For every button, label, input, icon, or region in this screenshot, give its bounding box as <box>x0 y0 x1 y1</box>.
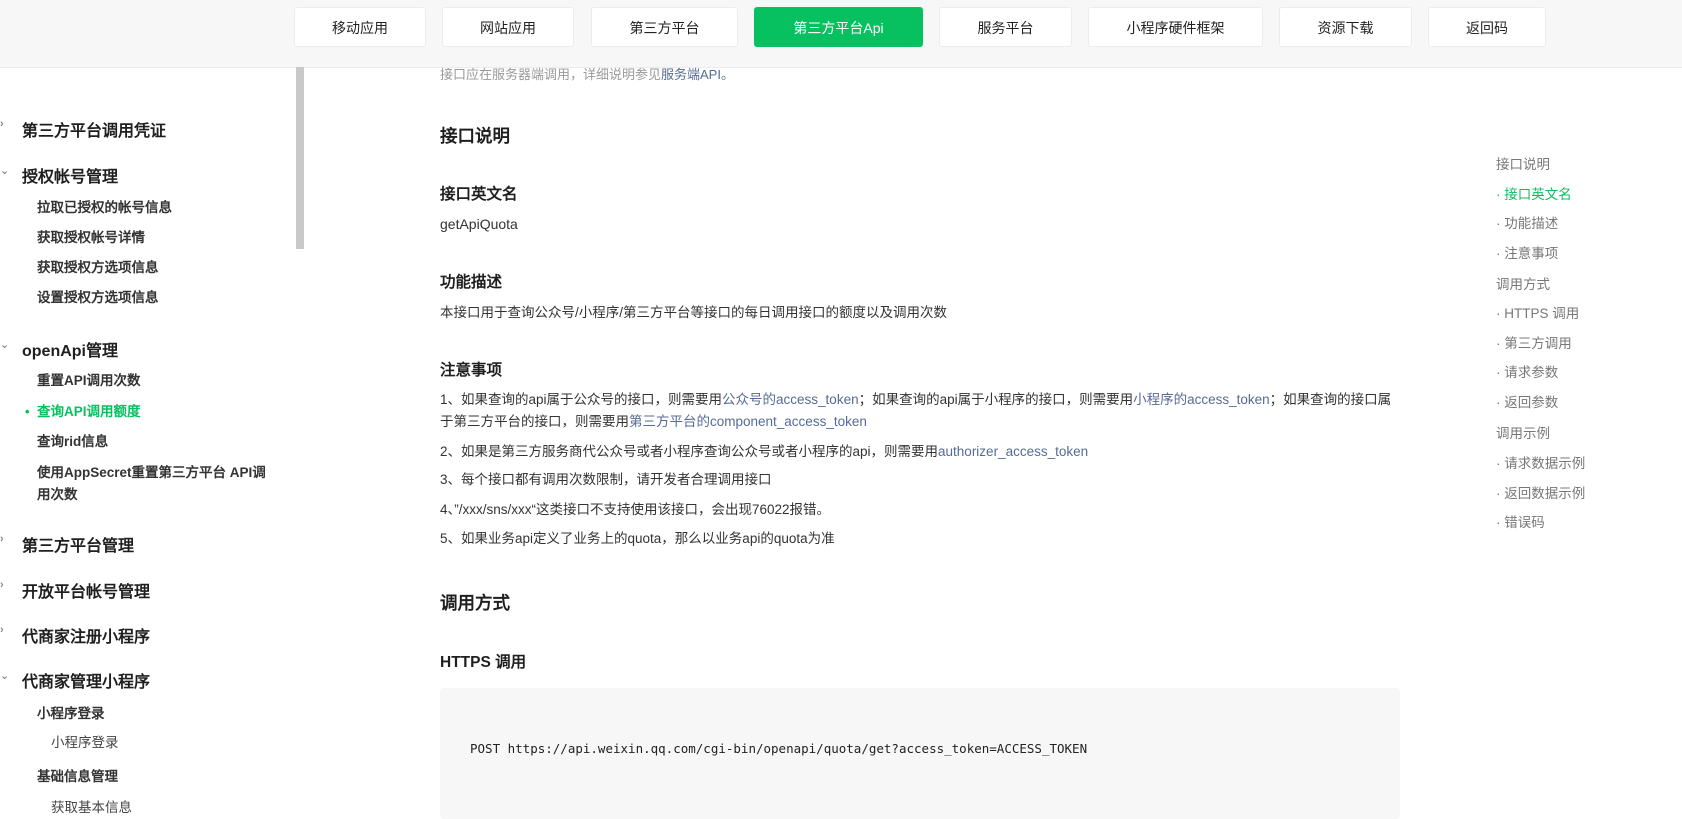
nav-mobile-app[interactable]: 移动应用 <box>294 7 426 47</box>
section-call-method: 调用方式 <box>440 593 510 613</box>
nav-service-platform[interactable]: 服务平台 <box>939 7 1072 47</box>
sidebar-item-mp-login[interactable]: 小程序登录 <box>37 703 105 725</box>
toc-third-party-call[interactable]: · 第三方调用 <box>1496 332 1572 352</box>
english-name-value: getApiQuota <box>440 216 518 232</box>
toc-request-example[interactable]: · 请求数据示例 <box>1496 452 1585 472</box>
nav-return-code[interactable]: 返回码 <box>1428 7 1546 47</box>
sidebar-group-register-mp[interactable]: › 代商家注册小程序 <box>0 623 151 647</box>
chevron-down-icon: ⌄ <box>0 670 10 682</box>
sidebar-subitem-mp-login[interactable]: 小程序登录 <box>51 731 119 751</box>
nav-website-app[interactable]: 网站应用 <box>442 7 574 47</box>
chevron-down-icon: ⌄ <box>0 165 10 177</box>
sidebar-item-authorizer-info[interactable]: 获取授权帐号详情 <box>37 227 145 249</box>
note-text: 2、如果是第三方服务商代公众号或者小程序查询公众号或者小程序的api，则需要用 <box>440 444 939 459</box>
toc-https-call[interactable]: · HTTPS 调用 <box>1496 302 1579 322</box>
active-dot-icon: • <box>25 404 30 419</box>
chevron-right-icon: › <box>0 624 4 636</box>
sidebar-item-authorized-list[interactable]: 拉取已授权的帐号信息 <box>37 197 172 219</box>
sidebar-group-manage-mp[interactable]: ⌄ 代商家管理小程序 <box>0 668 151 692</box>
server-api-hint: 接口应在服务器端调用，详细说明参见服务端API。 <box>440 64 734 83</box>
chevron-right-icon: › <box>0 118 4 130</box>
sidebar-group-auth[interactable]: ⌄ 授权帐号管理 <box>0 163 119 187</box>
sidebar-scrollbar[interactable] <box>296 67 304 249</box>
sidebar-group-label: 代商家注册小程序 <box>22 629 151 646</box>
sidebar-group-credentials[interactable]: › 第三方平台调用凭证 <box>0 117 167 141</box>
nav-third-party-platform[interactable]: 第三方平台 <box>591 7 738 47</box>
toc-call-example[interactable]: 调用示例 <box>1496 422 1550 442</box>
sidebar-group-platform-manage[interactable]: › 第三方平台管理 <box>0 532 135 556</box>
hint-text: 接口应在服务器端调用，详细说明参见 <box>440 67 662 82</box>
toc-interface-desc[interactable]: 接口说明 <box>1496 153 1550 173</box>
note-5: 5、如果业务api定义了业务上的quota，那么以业务api的quota为准 <box>440 531 835 546</box>
top-nav: 移动应用 网站应用 第三方平台 第三方平台Api 服务平台 小程序硬件框架 资源… <box>0 0 1682 68</box>
sidebar: › 第三方平台调用凭证 ⌄ 授权帐号管理 拉取已授权的帐号信息 获取授权帐号详情… <box>0 67 296 819</box>
chevron-down-icon: ⌄ <box>0 339 10 351</box>
sidebar-item-query-rid[interactable]: 查询rid信息 <box>37 431 108 453</box>
toc-function-desc[interactable]: · 功能描述 <box>1496 212 1558 232</box>
toc-return-params[interactable]: · 返回参数 <box>1496 391 1558 411</box>
request-url-code: POST https://api.weixin.qq.com/cgi-bin/o… <box>470 741 1088 756</box>
note-1: 1、如果查询的api属于公众号的接口，则需要用公众号的access_token；… <box>440 389 1400 433</box>
sidebar-group-label: 第三方平台调用凭证 <box>22 123 167 140</box>
sidebar-group-label: 开放平台帐号管理 <box>22 584 151 601</box>
toc-error-code[interactable]: · 错误码 <box>1496 511 1545 531</box>
sidebar-item-set-option[interactable]: 设置授权方选项信息 <box>37 287 159 309</box>
toc-request-params[interactable]: · 请求参数 <box>1496 361 1558 381</box>
code-block: POST https://api.weixin.qq.com/cgi-bin/o… <box>440 688 1400 819</box>
section-https-call: HTTPS 调用 <box>440 654 527 671</box>
sidebar-item-label: 查询API调用额度 <box>37 404 141 419</box>
note-text: ；如果查询的api属于小程序的接口，则需要用 <box>858 392 1134 407</box>
chevron-right-icon: › <box>0 533 4 545</box>
toc-notes[interactable]: · 注意事项 <box>1496 242 1558 262</box>
chevron-right-icon: › <box>0 579 4 591</box>
section-english-name: 接口英文名 <box>440 186 518 203</box>
sidebar-group-label: 代商家管理小程序 <box>22 674 151 691</box>
section-notes: 注意事项 <box>440 362 503 379</box>
toc-call-method[interactable]: 调用方式 <box>1496 273 1550 293</box>
mp-access-token-link[interactable]: 公众号的access_token <box>722 392 859 407</box>
note-2: 2、如果是第三方服务商代公众号或者小程序查询公众号或者小程序的api，则需要用a… <box>440 441 1400 463</box>
sidebar-item-reset-api[interactable]: 重置API调用次数 <box>37 370 141 392</box>
toc-english-name[interactable]: · 接口英文名 <box>1496 183 1572 203</box>
server-api-link[interactable]: 服务端API。 <box>661 67 734 82</box>
section-interface-desc: 接口说明 <box>440 126 510 146</box>
note-3: 3、每个接口都有调用次数限制，请开发者合理调用接口 <box>440 472 772 487</box>
section-function-desc: 功能描述 <box>440 274 503 291</box>
sidebar-subitem-get-basic-info[interactable]: 获取基本信息 <box>51 796 132 816</box>
sidebar-group-label: openApi管理 <box>22 343 118 360</box>
nav-resource-download[interactable]: 资源下载 <box>1279 7 1412 47</box>
toc-response-example[interactable]: · 返回数据示例 <box>1496 482 1585 502</box>
sidebar-item-get-option[interactable]: 获取授权方选项信息 <box>37 257 159 279</box>
sidebar-group-openapi[interactable]: ⌄ openApi管理 <box>0 337 118 361</box>
miniprogram-access-token-link[interactable]: 小程序的access_token <box>1133 392 1270 407</box>
sidebar-item-reset-by-appsecret[interactable]: 使用AppSecret重置第三方平台 API调用次数 <box>37 462 277 506</box>
note-text: 1、如果查询的api属于公众号的接口，则需要用 <box>440 392 723 407</box>
sidebar-item-query-quota[interactable]: • 查询API调用额度 <box>25 401 141 423</box>
sidebar-item-basic-info[interactable]: 基础信息管理 <box>37 766 118 788</box>
sidebar-group-label: 第三方平台管理 <box>22 538 135 555</box>
sidebar-group-label: 授权帐号管理 <box>22 169 119 186</box>
component-access-token-link[interactable]: 第三方平台的component_access_token <box>629 414 867 429</box>
nav-mini-hardware[interactable]: 小程序硬件框架 <box>1088 7 1263 47</box>
note-4: 4、”/xxx/sns/xxx“这类接口不支持使用该接口，会出现76022报错。 <box>440 502 831 517</box>
function-desc-text: 本接口用于查询公众号/小程序/第三方平台等接口的每日调用接口的额度以及调用次数 <box>440 305 948 320</box>
sidebar-group-open-account[interactable]: › 开放平台帐号管理 <box>0 578 151 602</box>
authorizer-access-token-link[interactable]: authorizer_access_token <box>938 444 1088 459</box>
nav-third-party-api[interactable]: 第三方平台Api <box>754 7 923 47</box>
